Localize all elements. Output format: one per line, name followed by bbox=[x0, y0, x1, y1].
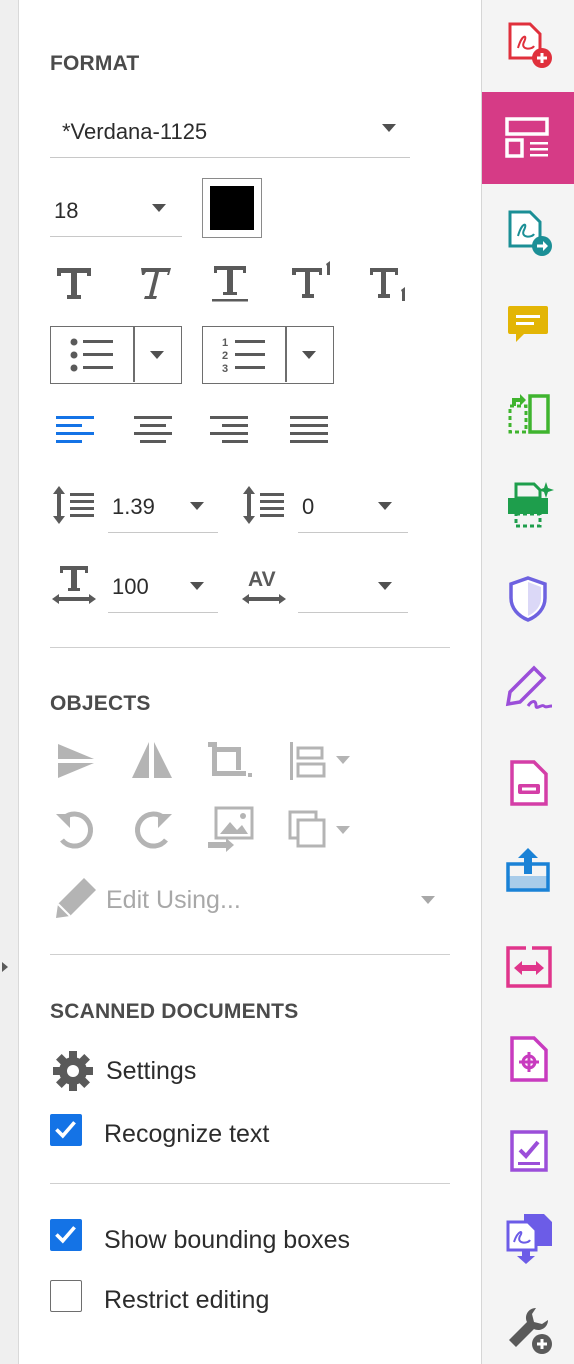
svg-text:3: 3 bbox=[222, 363, 228, 375]
font-size-value: 18 bbox=[54, 198, 79, 223]
split-divider bbox=[285, 327, 287, 382]
align-center-icon[interactable] bbox=[134, 414, 172, 444]
chevron-down-icon bbox=[190, 502, 204, 510]
fill-sign-icon[interactable] bbox=[504, 664, 554, 714]
line-spacing-dropdown[interactable]: 1.39 bbox=[108, 486, 218, 534]
chevron-down-icon bbox=[152, 204, 166, 212]
font-size-dropdown[interactable]: 18 bbox=[50, 190, 182, 238]
restrict-editing-option[interactable]: Restrict editing bbox=[50, 1280, 370, 1320]
chevron-down-icon bbox=[378, 582, 392, 590]
show-bounding-boxes-option[interactable]: Show bounding boxes bbox=[50, 1219, 410, 1259]
character-spacing-dropdown[interactable] bbox=[298, 566, 408, 614]
objects-section-title: OBJECTS bbox=[50, 692, 151, 715]
recognize-text-option[interactable]: Recognize text bbox=[50, 1114, 370, 1154]
font-family-dropdown[interactable]: *Verdana-1125 bbox=[50, 112, 410, 158]
italic-icon[interactable] bbox=[132, 262, 172, 302]
redact-icon[interactable] bbox=[508, 760, 550, 806]
replace-image-icon[interactable] bbox=[206, 806, 256, 852]
svg-text:AV: AV bbox=[248, 568, 276, 591]
chevron-down-icon bbox=[378, 502, 392, 510]
paragraph-spacing-underline bbox=[298, 532, 408, 533]
align-left-icon[interactable] bbox=[56, 414, 94, 444]
print-production-icon[interactable] bbox=[504, 480, 554, 530]
section-divider bbox=[50, 954, 450, 955]
svg-text:1: 1 bbox=[222, 337, 228, 349]
paragraph-spacing-icon bbox=[240, 484, 286, 526]
bulleted-list-button[interactable] bbox=[50, 326, 182, 384]
text-color-swatch-button[interactable] bbox=[202, 178, 262, 238]
rotate-counterclockwise-icon[interactable] bbox=[54, 808, 98, 852]
scanned-settings-button[interactable]: Settings bbox=[50, 1048, 300, 1094]
gear-icon bbox=[52, 1050, 94, 1092]
superscript-icon[interactable] bbox=[290, 260, 334, 302]
section-divider bbox=[50, 1183, 450, 1184]
paragraph-spacing-dropdown[interactable]: 0 bbox=[298, 486, 408, 534]
settings-label: Settings bbox=[106, 1057, 197, 1085]
character-spacing-icon: AV bbox=[240, 564, 288, 606]
chevron-down-icon bbox=[190, 582, 204, 590]
font-size-underline bbox=[50, 236, 182, 237]
edit-using-dropdown[interactable]: Edit Using... bbox=[50, 874, 442, 928]
edit-pdf-icon bbox=[504, 116, 552, 160]
horizontal-scale-dropdown[interactable]: 100 bbox=[108, 566, 218, 614]
align-right-icon[interactable] bbox=[210, 414, 248, 444]
align-objects-icon[interactable] bbox=[288, 740, 352, 782]
line-spacing-icon bbox=[50, 484, 96, 526]
paragraph-spacing-value: 0 bbox=[302, 494, 315, 519]
split-divider bbox=[133, 327, 135, 382]
line-spacing-underline bbox=[108, 532, 218, 533]
justify-icon[interactable] bbox=[290, 414, 328, 444]
line-spacing-value: 1.39 bbox=[112, 494, 155, 519]
section-divider bbox=[50, 647, 450, 648]
create-pdf-icon[interactable] bbox=[506, 22, 554, 70]
show-bounding-boxes-label: Show bounding boxes bbox=[104, 1226, 351, 1254]
organize-pages-icon[interactable] bbox=[506, 392, 552, 438]
request-signatures-icon[interactable] bbox=[508, 1128, 550, 1174]
chevron-down-icon bbox=[421, 896, 435, 904]
horizontal-scale-value: 100 bbox=[112, 574, 149, 599]
combine-files-icon[interactable] bbox=[504, 1212, 554, 1264]
subscript-icon[interactable] bbox=[368, 264, 410, 306]
font-family-underline bbox=[50, 157, 410, 158]
scanned-documents-section-title: SCANNED DOCUMENTS bbox=[50, 1000, 299, 1023]
character-spacing-underline bbox=[298, 612, 408, 613]
crop-icon[interactable] bbox=[208, 740, 254, 782]
flip-vertical-icon[interactable] bbox=[56, 740, 96, 780]
comment-icon[interactable] bbox=[506, 304, 550, 346]
horizontal-scale-icon bbox=[50, 564, 98, 606]
chevron-down-icon[interactable] bbox=[302, 351, 316, 359]
left-panel-gutter bbox=[0, 0, 19, 1364]
export-pdf-icon[interactable] bbox=[506, 210, 554, 258]
recognize-text-checkbox[interactable] bbox=[50, 1114, 82, 1146]
prepare-form-icon[interactable] bbox=[508, 1036, 550, 1082]
restrict-editing-label: Restrict editing bbox=[104, 1286, 270, 1314]
format-section-title: FORMAT bbox=[50, 52, 140, 75]
font-family-value: *Verdana-1125 bbox=[62, 119, 208, 144]
chevron-down-icon[interactable] bbox=[150, 351, 164, 359]
numbered-list-icon: 123 bbox=[221, 335, 267, 375]
rotate-clockwise-icon[interactable] bbox=[130, 808, 174, 852]
compare-icon[interactable] bbox=[504, 944, 554, 990]
expand-left-panel-arrow-icon[interactable] bbox=[2, 962, 8, 972]
horizontal-scale-underline bbox=[108, 612, 218, 613]
restrict-editing-checkbox[interactable] bbox=[50, 1280, 82, 1312]
numbered-list-button[interactable]: 123 bbox=[202, 326, 334, 384]
arrange-objects-icon[interactable] bbox=[288, 810, 352, 850]
underline-icon[interactable] bbox=[210, 262, 250, 304]
share-icon[interactable] bbox=[504, 846, 552, 894]
edit-using-label: Edit Using... bbox=[106, 886, 241, 914]
pencil-icon bbox=[54, 876, 98, 920]
svg-text:2: 2 bbox=[222, 350, 228, 362]
bold-icon[interactable] bbox=[54, 262, 94, 302]
more-tools-icon[interactable] bbox=[506, 1306, 554, 1356]
recognize-text-label: Recognize text bbox=[104, 1120, 270, 1148]
bulleted-list-icon bbox=[69, 337, 115, 373]
text-color-swatch bbox=[210, 186, 254, 230]
show-bounding-boxes-checkbox[interactable] bbox=[50, 1219, 82, 1251]
flip-horizontal-icon[interactable] bbox=[130, 740, 174, 780]
chevron-down-icon bbox=[382, 124, 396, 132]
protect-icon[interactable] bbox=[508, 576, 548, 622]
